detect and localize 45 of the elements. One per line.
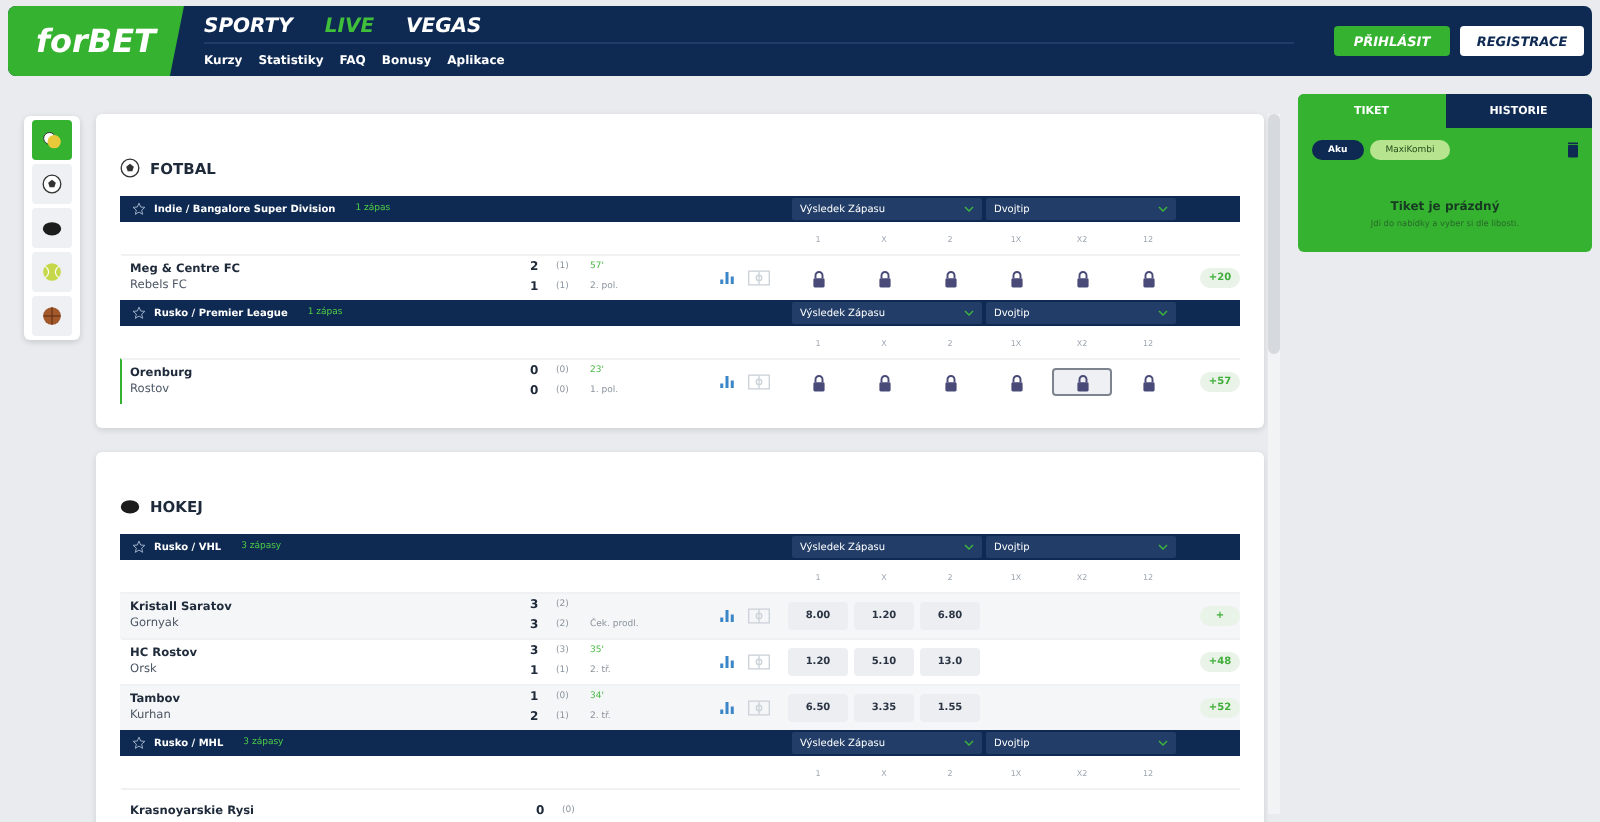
hockey-puck-icon	[120, 496, 140, 516]
bar-chart-icon[interactable]	[720, 656, 734, 668]
bar-chart-icon[interactable]	[720, 272, 734, 284]
lock-icon	[877, 373, 891, 391]
basketball-icon	[42, 306, 62, 326]
lock-icon	[1141, 373, 1155, 391]
football-icon	[42, 174, 62, 194]
lock-icon	[943, 373, 957, 391]
chevron-down-icon	[964, 206, 974, 212]
nav-tab[interactable]: LIVE	[324, 15, 375, 37]
lock-icon	[877, 269, 891, 287]
star-icon[interactable]	[132, 540, 146, 554]
trash-icon[interactable]	[1568, 142, 1578, 158]
chevron-down-icon	[1158, 740, 1168, 746]
bar-chart-icon[interactable]	[720, 610, 734, 622]
locked-odds[interactable]	[1052, 368, 1112, 396]
balls-icon	[42, 130, 62, 150]
lock-icon	[1141, 269, 1155, 287]
chevron-down-icon	[1158, 310, 1168, 316]
bar-chart-icon[interactable]	[720, 376, 734, 388]
chevron-down-icon	[964, 740, 974, 746]
tennis-ball-icon	[42, 262, 62, 282]
lock-icon	[811, 373, 825, 391]
sport-filter-button[interactable]	[32, 164, 72, 204]
football-icon	[120, 158, 140, 178]
nav-tab[interactable]: VEGAS	[406, 15, 482, 37]
nav-tab[interactable]: SPORTY	[204, 15, 293, 37]
chevron-down-icon	[964, 544, 974, 550]
scrollbar-thumb[interactable]	[1268, 114, 1280, 354]
lock-icon	[811, 269, 825, 287]
chevron-down-icon	[964, 310, 974, 316]
lock-icon	[943, 269, 957, 287]
sport-filter-button[interactable]	[32, 208, 72, 248]
chevron-down-icon	[1158, 544, 1168, 550]
star-icon[interactable]	[132, 736, 146, 750]
lock-icon	[1009, 269, 1023, 287]
star-icon[interactable]	[132, 202, 146, 216]
lock-icon	[1075, 269, 1089, 287]
lock-icon	[1075, 373, 1089, 391]
lock-icon	[1009, 373, 1023, 391]
chevron-down-icon	[1158, 206, 1168, 212]
hockey-puck-icon	[42, 218, 62, 238]
sport-filter-button[interactable]	[32, 296, 72, 336]
bar-chart-icon[interactable]	[720, 702, 734, 714]
star-icon[interactable]	[132, 306, 146, 320]
